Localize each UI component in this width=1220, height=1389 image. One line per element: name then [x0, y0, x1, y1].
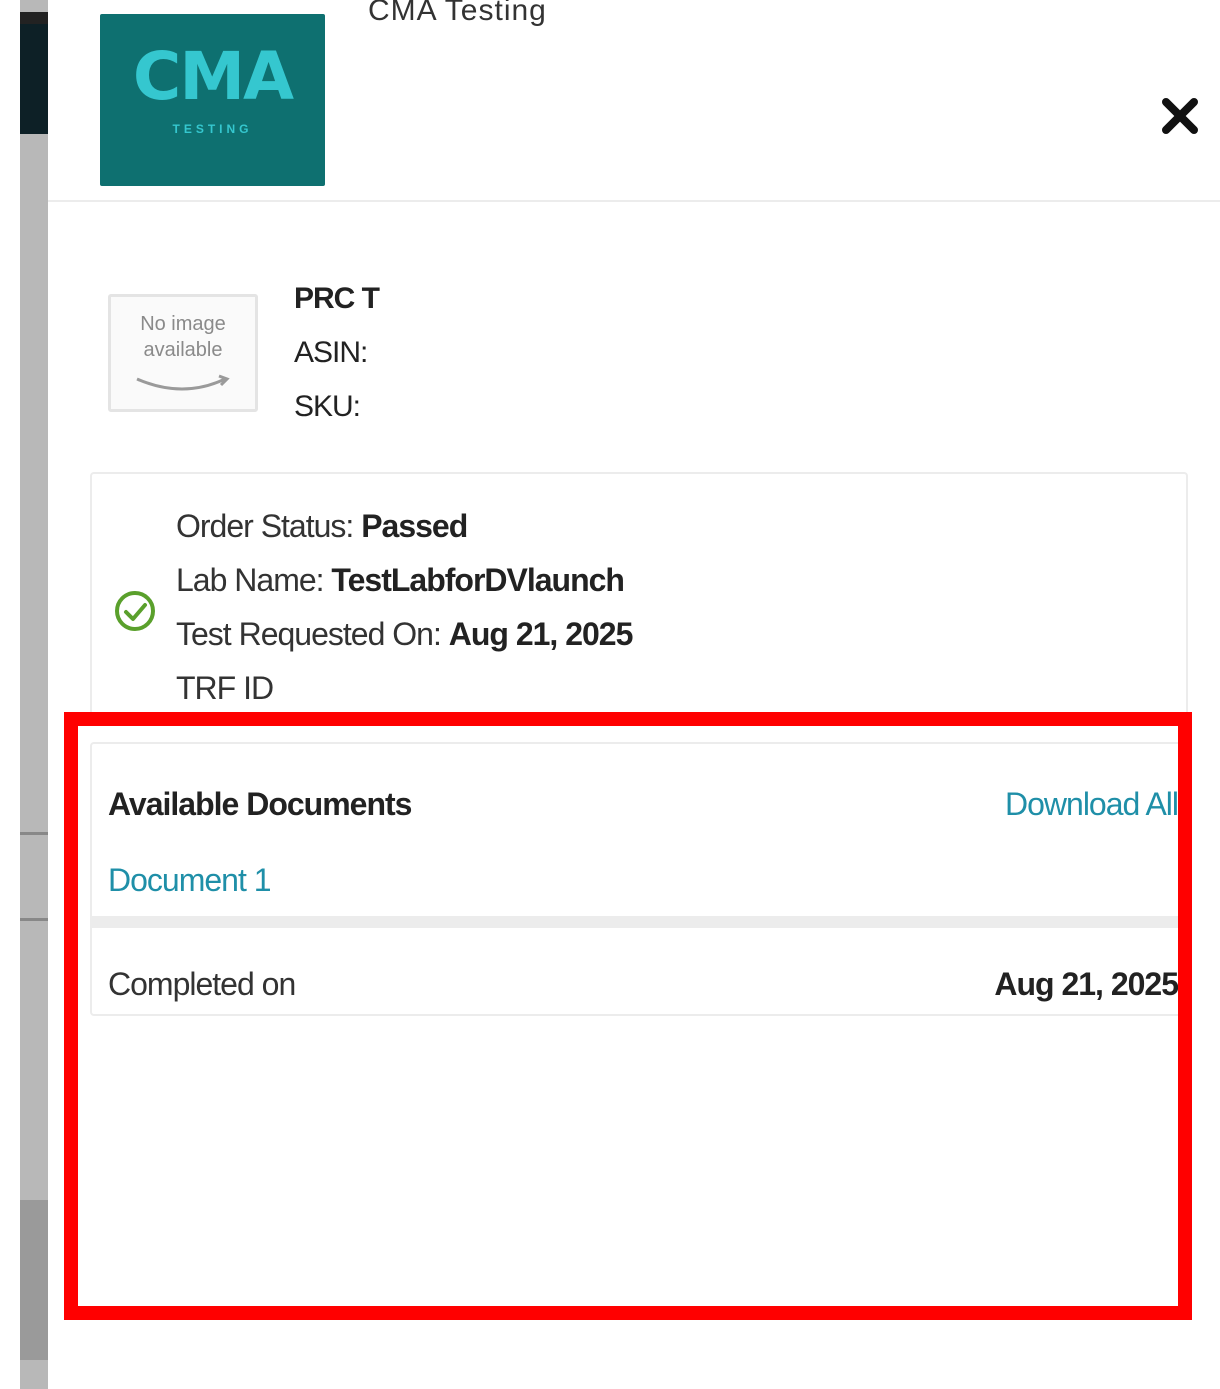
order-detail-panel: CMA TESTING CMA Testing No image availab…: [48, 0, 1220, 1389]
product-name: PRC T: [294, 282, 380, 316]
asin-label: ASIN:: [294, 336, 368, 369]
trf-id-label: TRF ID: [176, 670, 274, 706]
sku-label: SKU:: [294, 390, 361, 423]
order-status-value: Passed: [361, 508, 468, 544]
no-image-text: No image available: [140, 313, 226, 361]
background-edge: [0, 0, 20, 1389]
trf-id-row: TRF ID: [176, 670, 274, 707]
completed-on-value: Aug 21, 2025: [994, 966, 1179, 1002]
download-all-link[interactable]: Download All: [1005, 786, 1179, 823]
panel-title: CMA Testing: [368, 0, 547, 27]
product-sku: SKU:: [294, 390, 361, 424]
document-link[interactable]: Document 1: [108, 862, 272, 899]
test-requested-value: Aug 21, 2025: [448, 616, 634, 652]
close-icon[interactable]: [1158, 94, 1202, 138]
lab-logo: CMA TESTING: [100, 14, 325, 186]
logo-subtext: TESTING: [172, 122, 253, 136]
product-asin: ASIN:: [294, 336, 368, 370]
order-status-row: Order Status: Passed: [176, 508, 468, 545]
panel-header: CMA TESTING CMA Testing: [48, 0, 1220, 202]
logo-wordmark: CMA: [132, 38, 294, 115]
lab-name-row: Lab Name: TestLabforDVlaunch: [176, 562, 625, 599]
background-divider: [20, 832, 48, 835]
available-documents-card: Available Documents Download All Documen…: [90, 742, 1188, 1016]
documents-title: Available Documents: [108, 786, 412, 822]
lab-name-value: TestLabforDVlaunch: [331, 562, 625, 598]
test-requested-label: Test Requested On:: [176, 616, 442, 652]
smile-arrow-icon: [136, 374, 230, 391]
product-name-text: PRC T: [294, 282, 380, 315]
order-status-label: Order Status:: [176, 508, 354, 544]
documents-divider: [92, 916, 1186, 928]
background-band: [20, 1200, 48, 1360]
lab-name-label: Lab Name:: [176, 562, 325, 598]
screen: CMA TESTING CMA Testing No image availab…: [0, 0, 1220, 1389]
test-requested-row: Test Requested On: Aug 21, 2025: [176, 616, 634, 653]
completed-on-label: Completed on: [108, 966, 296, 1002]
product-image-placeholder: No image available: [108, 294, 258, 412]
check-circle-icon: [115, 591, 155, 631]
order-status-card: Order Status: Passed Lab Name: TestLabfo…: [90, 472, 1188, 724]
background-divider: [20, 918, 48, 921]
background-header: [20, 24, 48, 134]
